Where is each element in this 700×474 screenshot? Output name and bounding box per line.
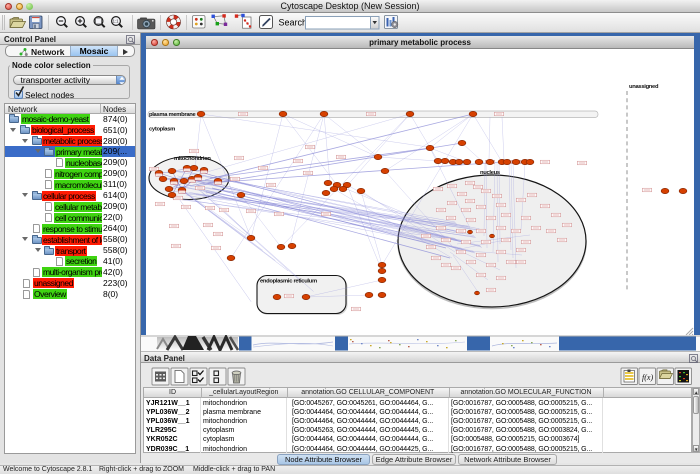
svg-text:unassigned: unassigned (629, 84, 659, 90)
svg-text:nucleus: nucleus (480, 170, 500, 176)
svg-text:plasma membrane: plasma membrane (149, 112, 196, 118)
svg-text:1:1: 1:1 (113, 19, 119, 24)
svg-text:f(x): f(x) (642, 373, 653, 382)
svg-text:mitochondrion: mitochondrion (174, 156, 211, 162)
svg-text:Search:: Search: (279, 18, 310, 28)
svg-text:cytoplasm: cytoplasm (149, 127, 175, 133)
svg-text:endoplasmic reticulum: endoplasmic reticulum (260, 279, 317, 285)
